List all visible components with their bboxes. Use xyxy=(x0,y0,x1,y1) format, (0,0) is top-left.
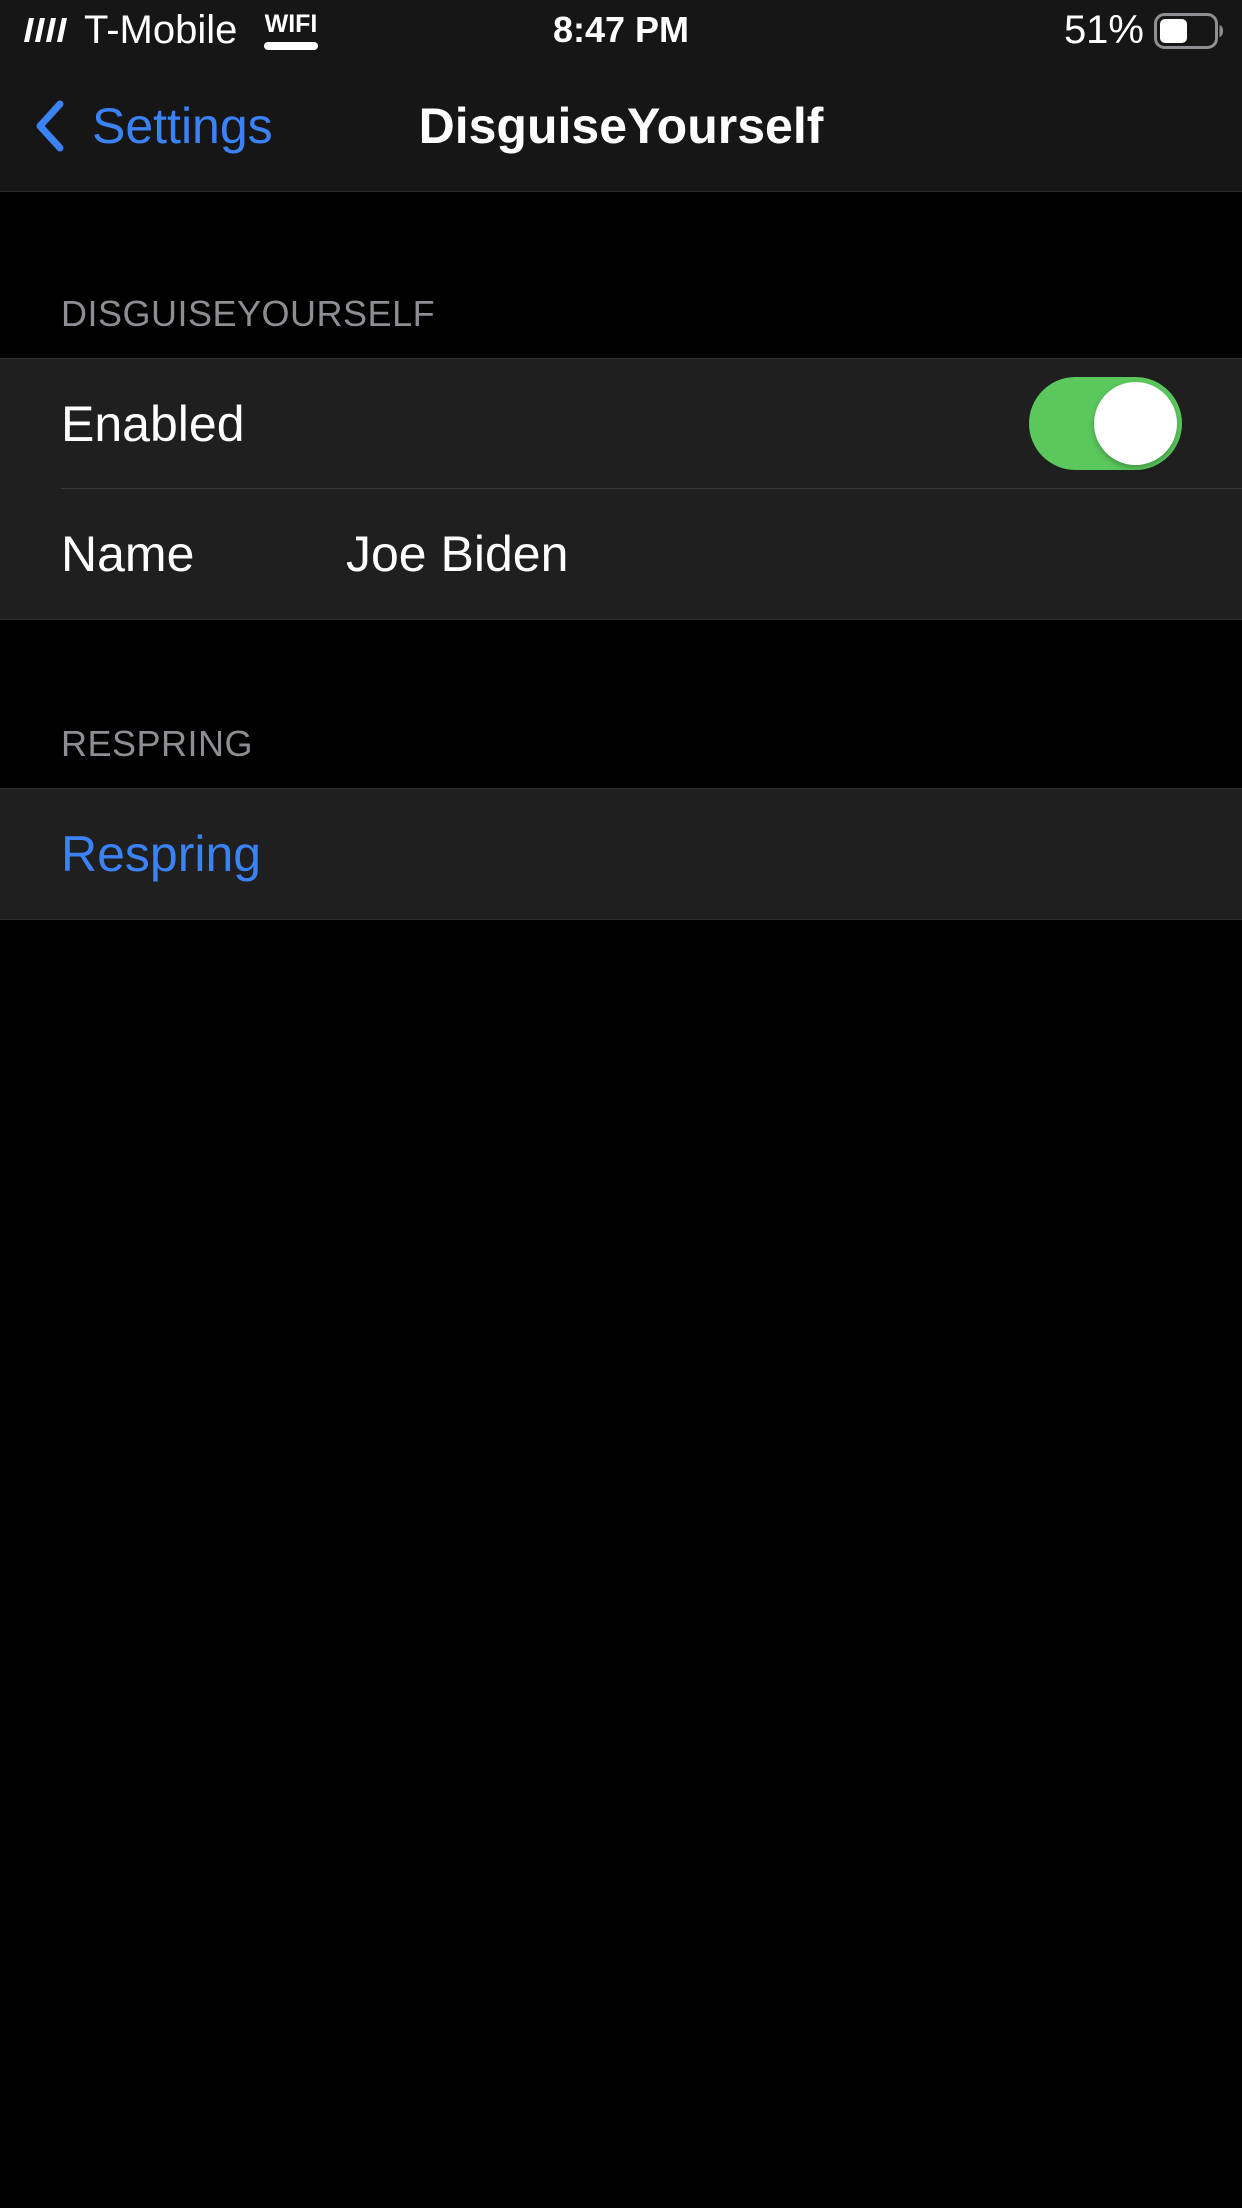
signal-bars-icon xyxy=(24,18,67,42)
status-time: 8:47 PM xyxy=(552,9,690,50)
wifi-underline xyxy=(264,42,318,50)
back-button-label: Settings xyxy=(92,98,273,154)
wifi-label: WIFI xyxy=(264,10,318,38)
wifi-badge-icon: WIFI xyxy=(262,10,320,54)
enabled-row: Enabled xyxy=(0,359,1242,489)
enabled-toggle[interactable] xyxy=(1029,377,1182,470)
name-row: Name xyxy=(0,489,1242,619)
enabled-label: Enabled xyxy=(61,396,245,452)
back-button[interactable]: Settings xyxy=(30,92,273,160)
respring-row: Respring xyxy=(0,789,1242,919)
page-title: DisguiseYourself xyxy=(418,98,824,154)
respring-button[interactable]: Respring xyxy=(61,789,261,919)
settings-group-disguiseyourself: Enabled Name xyxy=(0,358,1242,620)
name-field[interactable] xyxy=(346,489,1186,619)
section-header-respring: RESPRING xyxy=(61,723,254,764)
battery-icon xyxy=(1154,13,1223,49)
battery-percent: 51% xyxy=(1063,8,1144,52)
name-label: Name xyxy=(61,526,195,582)
section-header-disguiseyourself: DISGUISEYOURSELF xyxy=(61,293,436,334)
toggle-knob xyxy=(1094,382,1177,465)
navigation-bar: Settings DisguiseYourself xyxy=(0,60,1242,192)
carrier-name: T-Mobile xyxy=(84,8,238,52)
settings-group-respring: Respring xyxy=(0,788,1242,920)
chevron-left-icon xyxy=(36,100,64,152)
status-bar: T-Mobile WIFI 8:47 PM 51% xyxy=(0,0,1242,60)
